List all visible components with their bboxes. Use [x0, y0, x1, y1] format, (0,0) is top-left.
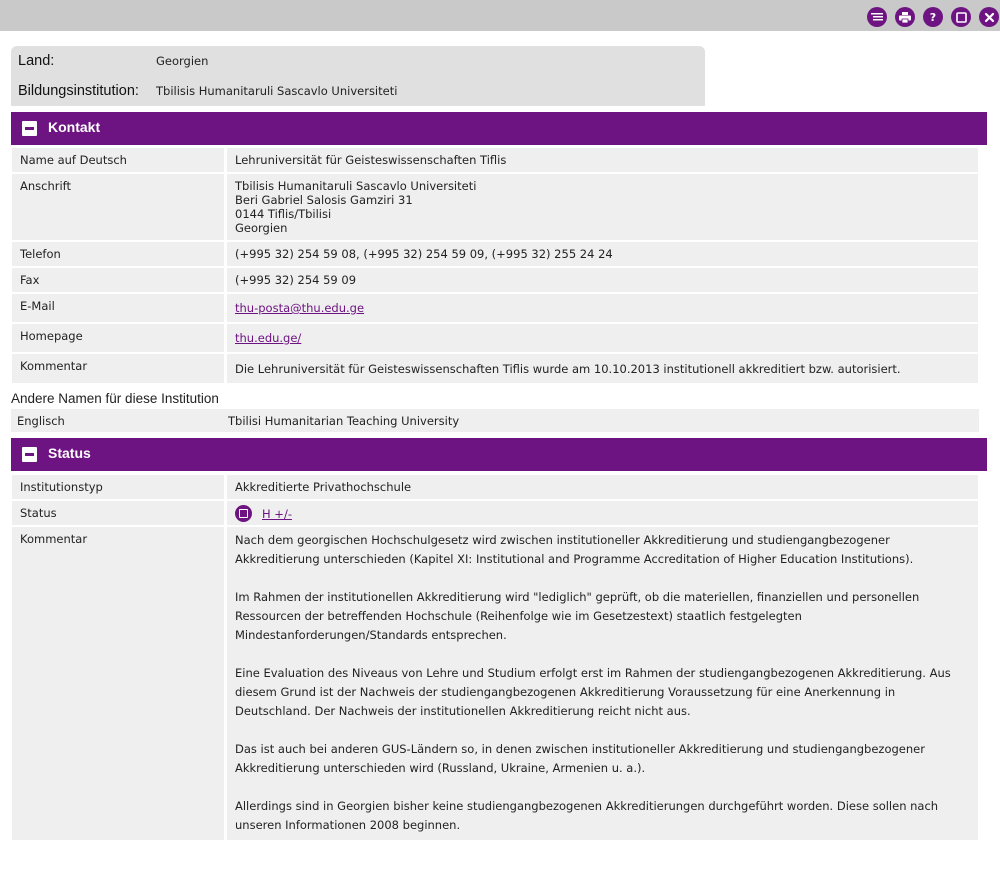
row-label: Fax [12, 268, 224, 292]
row-label: E-Mail [12, 294, 224, 322]
external-link-icon[interactable] [235, 505, 252, 522]
collapse-icon[interactable] [22, 121, 37, 136]
help-icon[interactable]: ? [923, 7, 943, 27]
comment-paragraph: Das ist auch bei anderen GUS-Ländern so,… [235, 742, 925, 775]
row-label: Anschrift [12, 174, 224, 240]
email-cell: thu-posta@thu.edu.ge [227, 294, 978, 322]
country-value: Georgien [156, 54, 209, 68]
comment-paragraph: Im Rahmen der institutionellen Akkrediti… [235, 590, 920, 642]
homepage-link[interactable]: thu.edu.ge/ [235, 331, 301, 345]
address-value: Tbilisis Humanitaruli Sascavlo Universit… [227, 174, 978, 240]
status-comment: Nach dem georgischen Hochschulgesetz wir… [227, 527, 978, 840]
address-line: 0144 Tiflis/Tbilisi [235, 207, 332, 221]
row-value: Tbilisi Humanitarian Teaching University [224, 409, 979, 432]
phone-value: (+995 32) 254 59 08, (+995 32) 254 59 09… [227, 242, 978, 266]
contact-section-title: Kontakt [48, 119, 101, 135]
row-label: Kommentar [12, 354, 224, 383]
row-label: Homepage [12, 324, 224, 352]
institution-value: Tbilisis Humanitaruli Sascavlo Universit… [156, 84, 398, 98]
row-label: Name auf Deutsch [12, 148, 224, 172]
window-icon[interactable] [951, 7, 971, 27]
row-label: Kommentar [12, 527, 224, 840]
status-link[interactable]: H +/- [262, 507, 292, 521]
row-label: Englisch [11, 409, 224, 432]
comment-paragraph: Eine Evaluation des Niveaus von Lehre un… [235, 666, 951, 718]
status-section-header[interactable]: Status [11, 438, 987, 471]
comment-value: Die Lehruniversität für Geisteswissensch… [227, 354, 978, 383]
address-line: Tbilisis Humanitaruli Sascavlo Universit… [235, 179, 477, 193]
top-toolbar: ? [0, 0, 1000, 31]
fax-value: (+995 32) 254 59 09 [227, 268, 978, 292]
other-names-heading: Andere Namen für diese Institution [11, 391, 219, 406]
row-label: Institutionstyp [12, 475, 224, 499]
row-label: Status [12, 501, 224, 525]
institution-summary: Land: Georgien Bildungsinstitution: Tbil… [11, 46, 705, 106]
status-value: H +/- [227, 501, 978, 525]
row-label: Telefon [12, 242, 224, 266]
address-line: Georgien [235, 221, 288, 235]
row-value: Lehruniversität für Geisteswissenschafte… [227, 148, 978, 172]
print-icon[interactable] [895, 7, 915, 27]
homepage-cell: thu.edu.ge/ [227, 324, 978, 352]
comment-paragraph: Allerdings sind in Georgien bisher keine… [235, 799, 939, 832]
collapse-icon[interactable] [22, 447, 37, 462]
address-line: Beri Gabriel Salosis Gamziri 31 [235, 193, 413, 207]
list-icon[interactable] [867, 7, 887, 27]
institution-label: Bildungsinstitution: [18, 83, 139, 99]
status-section-title: Status [48, 445, 91, 461]
institution-type-value: Akkreditierte Privathochschule [227, 475, 978, 499]
email-link[interactable]: thu-posta@thu.edu.ge [235, 301, 364, 315]
comment-paragraph: Nach dem georgischen Hochschulgesetz wir… [235, 533, 914, 566]
country-label: Land: [18, 53, 55, 69]
close-icon[interactable] [979, 7, 999, 27]
contact-section-header[interactable]: Kontakt [11, 112, 987, 145]
